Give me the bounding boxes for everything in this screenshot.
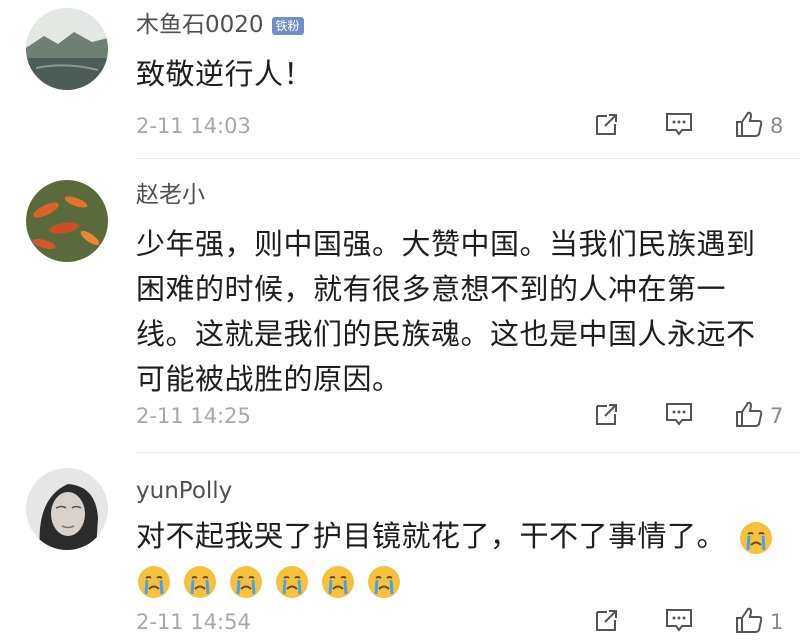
meta-row: 2-11 14:25 7 <box>136 401 783 428</box>
crying-face-emoji <box>230 566 262 598</box>
crying-face-emoji <box>368 566 400 598</box>
avatar[interactable] <box>26 8 108 90</box>
share-icon[interactable] <box>594 607 620 637</box>
meta-row: 2-11 14:54 1 <box>136 607 783 634</box>
thumbs-up-icon[interactable] <box>734 400 764 432</box>
thumbs-up-icon[interactable] <box>734 606 764 638</box>
avatar[interactable] <box>26 180 108 262</box>
name-row: 木鱼石0020 铁粉 <box>136 14 304 37</box>
actions: 1 <box>594 606 783 638</box>
share-icon[interactable] <box>594 111 620 141</box>
comment-text: 少年强，则中国强。大赞中国。当我们民族遇到困难的时候，就有很多意想不到的人冲在第… <box>136 227 756 396</box>
share-icon[interactable] <box>594 401 620 431</box>
thumbs-up-icon[interactable] <box>734 110 764 142</box>
crying-face-emoji <box>740 522 772 554</box>
comment-text: 对不起我哭了护目镜就花了，干不了事情了。 <box>136 519 727 553</box>
comment-icon[interactable] <box>664 607 694 637</box>
divider <box>136 452 800 453</box>
crying-face-emoji <box>184 566 216 598</box>
divider <box>136 158 800 159</box>
username[interactable]: 赵老小 <box>136 184 205 207</box>
emoji-row <box>136 564 412 600</box>
comment-icon[interactable] <box>664 401 694 431</box>
timestamp: 2-11 14:03 <box>136 114 251 138</box>
like-count: 7 <box>770 404 784 428</box>
actions: 8 <box>594 110 783 142</box>
name-row: yunPolly <box>136 480 232 503</box>
comment-icon[interactable] <box>664 111 694 141</box>
like-count: 8 <box>770 114 784 138</box>
actions: 7 <box>594 400 783 432</box>
crying-face-emoji <box>276 566 308 598</box>
like-count: 1 <box>770 610 784 634</box>
fan-badge: 铁粉 <box>271 16 304 35</box>
avatar[interactable] <box>26 468 108 550</box>
meta-row: 2-11 14:03 8 <box>136 111 783 138</box>
comment-text: 致敬逆行人！ <box>136 57 314 91</box>
username[interactable]: 木鱼石0020 <box>136 14 264 37</box>
timestamp: 2-11 14:25 <box>136 404 251 428</box>
name-row: 赵老小 <box>136 184 205 207</box>
timestamp: 2-11 14:54 <box>136 610 251 634</box>
comment-item: yunPolly 对不起我哭了护目镜就花了，干不了事情了。 2-11 14:54… <box>0 454 800 644</box>
crying-face-emoji <box>322 566 354 598</box>
comment-item: 木鱼石0020 铁粉 致敬逆行人！ 2-11 14:03 8 <box>0 0 800 160</box>
comment-item: 赵老小 少年强，则中国强。大赞中国。当我们民族遇到困难的时候，就有很多意想不到的… <box>0 160 800 454</box>
crying-face-emoji <box>138 566 170 598</box>
username[interactable]: yunPolly <box>136 480 232 503</box>
